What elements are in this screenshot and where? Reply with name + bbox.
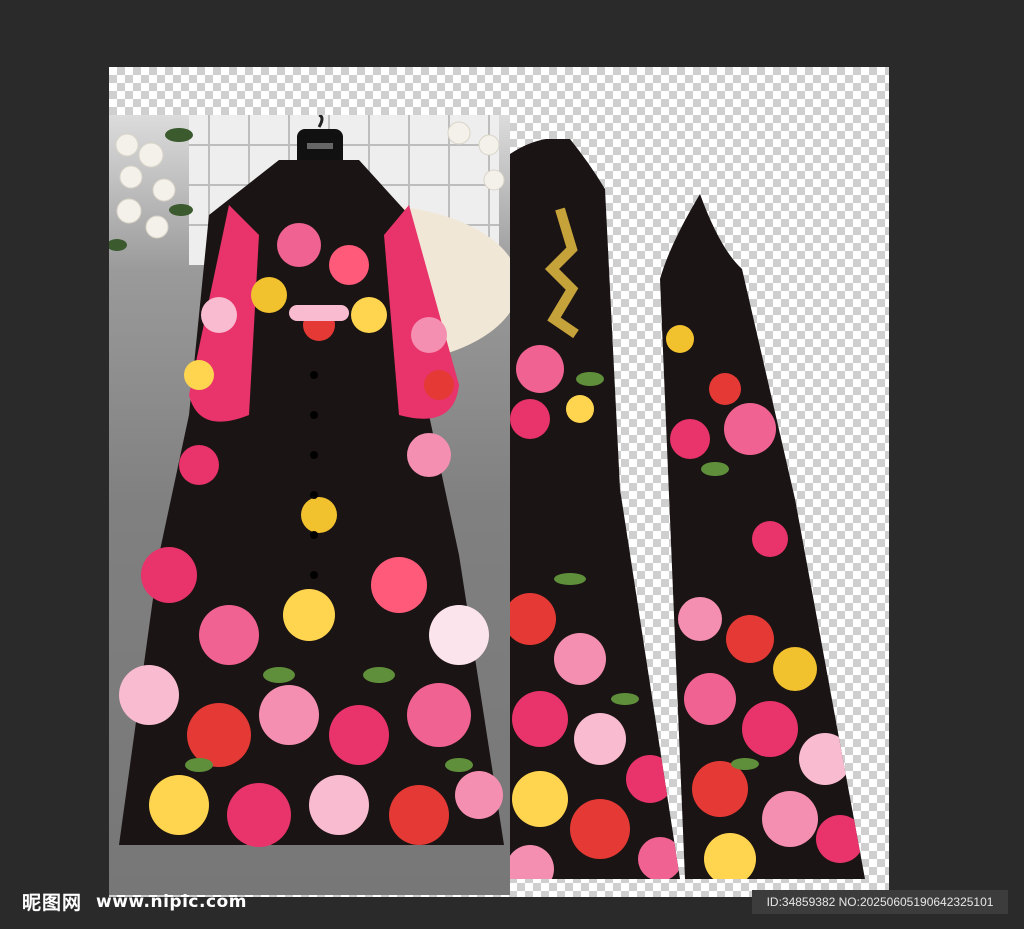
transparent-canvas <box>109 67 889 897</box>
nipic-watermark-logo: 昵图网 www.nipic.com <box>22 888 247 915</box>
logo-text: 昵图网 <box>22 892 83 914</box>
dress-photo-art <box>109 115 510 847</box>
dress-photo <box>109 115 510 895</box>
image-id-label: ID:34859382 NO:20250605190642325101 <box>752 890 1008 914</box>
dress-belt <box>289 305 349 321</box>
print-pattern-pieces <box>510 139 889 895</box>
front-panel <box>510 139 680 879</box>
logo-url: www.nipic.com <box>96 891 247 912</box>
pattern-art <box>510 139 865 879</box>
back-panel <box>660 194 865 879</box>
